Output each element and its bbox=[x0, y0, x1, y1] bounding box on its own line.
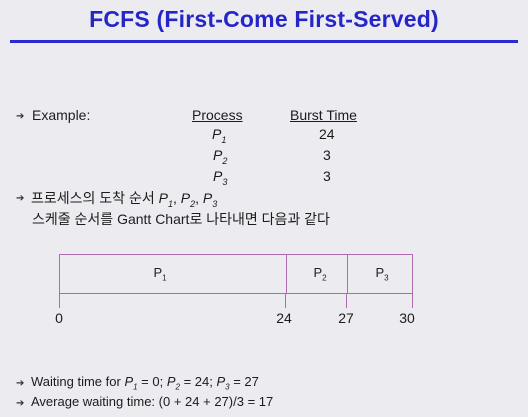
arrival-order-text: 프로세스의 도착 순서 P1, P2, P3 bbox=[31, 190, 218, 209]
process-name: P3 bbox=[213, 168, 228, 187]
gantt-cell-label: P2 bbox=[313, 265, 327, 283]
burst-value: 3 bbox=[323, 168, 331, 184]
gantt-cell: P1 bbox=[60, 255, 286, 293]
gantt-tick bbox=[346, 294, 347, 308]
waiting-time-line: Waiting time for P1 = 0; P2 = 24; P3 = 2… bbox=[31, 374, 259, 392]
bullet-icon: ➔ bbox=[16, 378, 25, 389]
gantt-chart: P1 P2 P3 bbox=[59, 254, 413, 294]
gantt-cell-label: P3 bbox=[375, 265, 389, 283]
slide: FCFS (First-Come First-Served) ➔ Example… bbox=[0, 0, 528, 417]
process-header: Process bbox=[192, 107, 243, 123]
bullet-icon: ➔ bbox=[16, 193, 25, 204]
gantt-tick bbox=[285, 294, 286, 308]
burst-value: 24 bbox=[319, 126, 335, 142]
gantt-tick bbox=[59, 294, 60, 308]
burst-time-header: Burst Time bbox=[290, 107, 357, 123]
slide-title: FCFS (First-Come First-Served) bbox=[89, 6, 439, 32]
bullet-icon: ➔ bbox=[16, 398, 25, 409]
process-name: P2 bbox=[213, 147, 228, 166]
average-waiting-time-line: Average waiting time: (0 + 24 + 27)/3 = … bbox=[31, 394, 274, 409]
process-name: P1 bbox=[212, 126, 227, 145]
bullet-icon: ➔ bbox=[16, 111, 25, 122]
gantt-tick-label: 27 bbox=[338, 310, 354, 326]
gantt-cell: P2 bbox=[286, 255, 347, 293]
schedule-description: 스케줄 순서를 Gantt Chart로 나타내면 다음과 같다 bbox=[32, 211, 330, 227]
gantt-cell-label: P1 bbox=[153, 265, 167, 283]
gantt-cell: P3 bbox=[347, 255, 413, 293]
example-label: Example: bbox=[32, 107, 91, 123]
gantt-tick-label: 0 bbox=[55, 310, 63, 326]
title-underline bbox=[10, 40, 518, 43]
gantt-tick-label: 24 bbox=[276, 310, 292, 326]
gantt-tick bbox=[412, 294, 413, 308]
gantt-tick-label: 30 bbox=[399, 310, 415, 326]
burst-value: 3 bbox=[323, 147, 331, 163]
